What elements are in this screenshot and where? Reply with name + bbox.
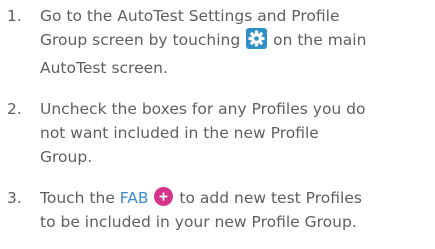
step-text-line: Go to the AutoTest Settings and Profile — [40, 4, 435, 28]
step-text: Group screen by touching — [40, 31, 241, 49]
step-text-line: Uncheck the boxes for any Profiles you d… — [40, 100, 366, 118]
gear-icon — [246, 28, 268, 49]
step-3: 3. Touch the FAB to add new test Profile… — [0, 186, 435, 234]
step-text-line: to be included in your new Profile Group… — [40, 213, 357, 231]
step-number: 2. — [7, 100, 22, 118]
instruction-list: 1. Go to the AutoTest Settings and Profi… — [0, 0, 435, 234]
step-text: Go to the AutoTest Settings and Profile — [40, 7, 340, 25]
step-text: Touch the — [40, 189, 115, 207]
plus-circle-icon — [154, 187, 174, 206]
step-2: 2. Uncheck the boxes for any Profiles yo… — [0, 97, 435, 169]
step-text-line: AutoTest screen. — [40, 56, 435, 80]
step-number: 3. — [7, 189, 22, 207]
step-text-line: not want included in the new Profile — [40, 124, 319, 142]
step-text: to add new test Profiles — [179, 189, 362, 207]
step-number: 1. — [7, 7, 22, 25]
step-text-line: Group screen by touching on the main — [40, 28, 435, 52]
step-text-line: Group. — [40, 148, 93, 166]
step-text: AutoTest screen. — [40, 59, 168, 77]
step-1: 1. Go to the AutoTest Settings and Profi… — [0, 4, 435, 80]
fab-link[interactable]: FAB — [120, 189, 149, 207]
step-text: on the main — [273, 31, 367, 49]
step-text-line: Touch the FAB to add new test Profiles — [40, 186, 435, 210]
